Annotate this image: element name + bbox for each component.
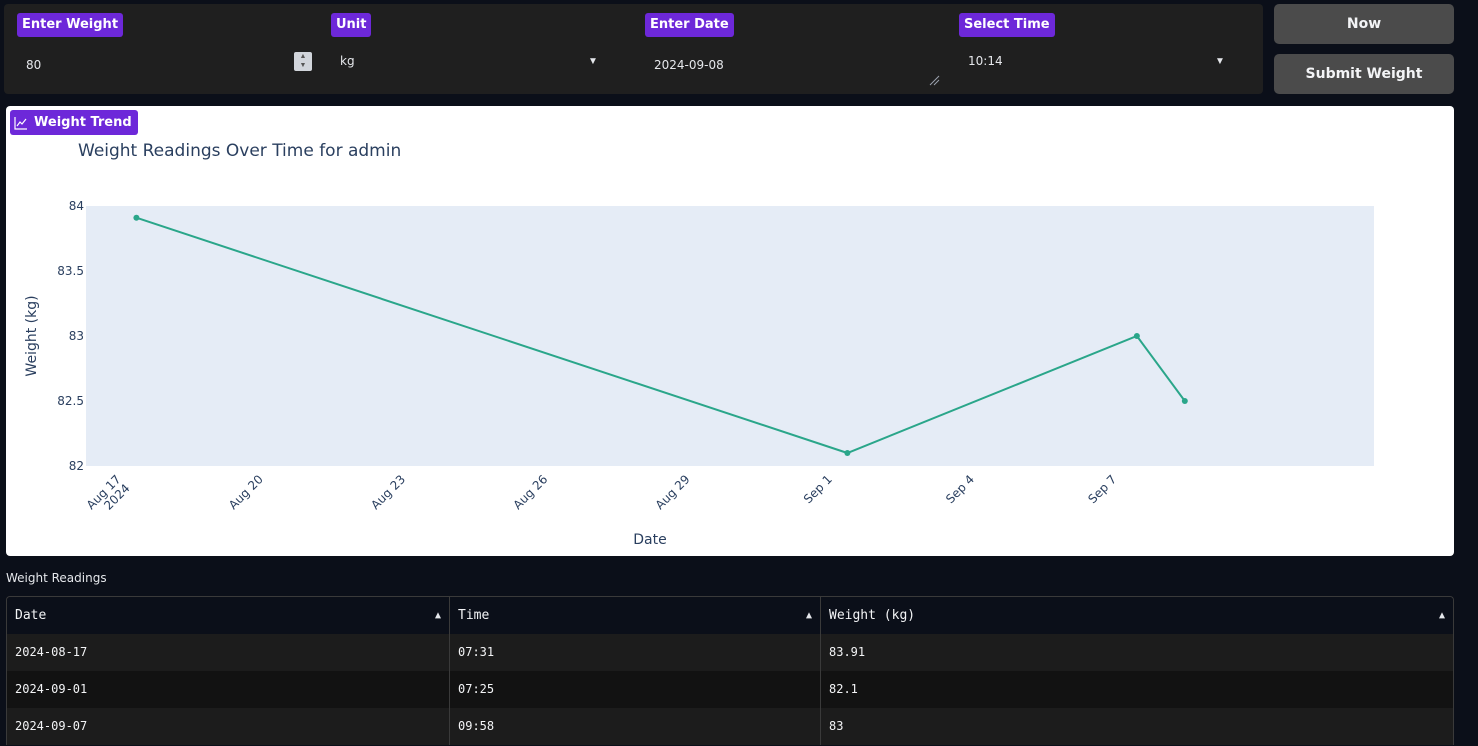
weight-readings-table: Date ▲ Time ▲ Weight (kg) ▲ 2024-08-17 07:3…	[6, 596, 1454, 745]
y-tick-label: 82.5	[57, 394, 84, 408]
weight-chart: Weight Readings Over Time for admin 82 82.…	[24, 141, 1374, 548]
data-point	[1133, 333, 1140, 339]
sort-icon[interactable]: ▲	[1439, 597, 1445, 634]
table-cell: 07:31	[450, 634, 821, 671]
now-button[interactable]: Now	[1274, 4, 1454, 44]
x-tick-label: Aug 29	[653, 472, 693, 512]
table-header-row: Date ▲ Time ▲ Weight (kg) ▲	[7, 597, 1453, 634]
data-point	[844, 450, 851, 456]
unit-select[interactable]: kg	[340, 44, 580, 78]
data-point	[1181, 398, 1188, 404]
column-header-date[interactable]: Date ▲	[7, 597, 450, 634]
table-row: 2024-09-07 09:58 83	[7, 708, 1453, 745]
table-cell: 83	[829, 719, 844, 733]
column-header-label: Date	[15, 608, 47, 623]
sort-icon[interactable]: ▲	[435, 597, 441, 634]
unit-field: Unit kg ▼	[330, 4, 610, 94]
date-field: Enter Date 2024-09-08	[644, 4, 944, 94]
table-cell: 82.1	[829, 682, 858, 696]
date-label: Enter Date	[645, 13, 734, 37]
x-tick-label: Aug 23	[368, 472, 408, 512]
column-header-label: Weight (kg)	[829, 608, 916, 623]
table-cell: 07:25	[450, 671, 821, 708]
table-cell: 2024-09-01	[7, 671, 450, 708]
table-cell: 09:58	[450, 708, 821, 745]
chevron-down-icon[interactable]: ▼	[588, 56, 598, 67]
x-tick-label: Sep 7	[1085, 472, 1119, 506]
x-tick-label: Aug 26	[510, 472, 550, 512]
column-header-weight[interactable]: Weight (kg) ▲	[821, 597, 1453, 634]
time-label: Select Time	[959, 13, 1055, 37]
sort-icon[interactable]: ▲	[806, 597, 812, 634]
x-tick-label: Aug 20	[226, 472, 266, 512]
time-select[interactable]: 10:14	[968, 44, 1208, 78]
y-tick-label: 82	[69, 459, 84, 473]
unit-label: Unit	[331, 13, 372, 37]
y-tick-label: 83	[69, 329, 84, 343]
weight-field: Enter Weight 80 ▲ ▼	[16, 4, 312, 94]
weight-input[interactable]: 80	[26, 48, 286, 82]
weight-trend-panel: Weight Readings Over Time for admin 82 82.…	[6, 106, 1454, 556]
x-tick-label: Sep 1	[801, 472, 835, 506]
chart-title: Weight Readings Over Time for admin	[78, 141, 401, 161]
submit-weight-button[interactable]: Submit Weight	[1274, 54, 1454, 94]
weight-label: Enter Weight	[17, 13, 124, 37]
weight-stepper[interactable]: ▲ ▼	[294, 52, 312, 71]
table-cell: 2024-08-17	[7, 634, 450, 671]
time-field: Select Time 10:14 ▼	[958, 4, 1248, 94]
table-cell: 2024-09-07	[7, 708, 450, 745]
column-header-label: Time	[458, 608, 490, 623]
app-root: Enter Weight 80 ▲ ▼ Unit kg ▼ Enter Date …	[0, 0, 1478, 746]
table-row: 2024-08-17 07:31 83.91	[7, 634, 1453, 671]
chevron-down-icon[interactable]: ▼	[1215, 56, 1225, 67]
table-row: 2024-09-01 07:25 82.1	[7, 671, 1453, 708]
y-tick-label: 84	[69, 199, 84, 213]
weight-trend-label: Weight Trend	[34, 115, 132, 130]
x-axis-label: Date	[633, 532, 666, 548]
date-input[interactable]: 2024-09-08	[654, 48, 924, 82]
plot-area	[86, 206, 1374, 466]
table-cell: 83.91	[829, 645, 866, 659]
resize-handle-icon[interactable]	[928, 74, 940, 86]
x-tick-label: Sep 4	[943, 472, 977, 506]
input-panel: Enter Weight 80 ▲ ▼ Unit kg ▼ Enter Date …	[4, 4, 1263, 94]
table-title: Weight Readings	[6, 571, 107, 585]
chart-line-icon	[14, 116, 27, 130]
column-header-time[interactable]: Time ▲	[450, 597, 821, 634]
weight-trend-tag: Weight Trend	[10, 110, 138, 135]
y-tick-label: 83.5	[57, 264, 84, 278]
y-axis-label: Weight (kg)	[24, 295, 40, 376]
data-point	[133, 214, 140, 221]
